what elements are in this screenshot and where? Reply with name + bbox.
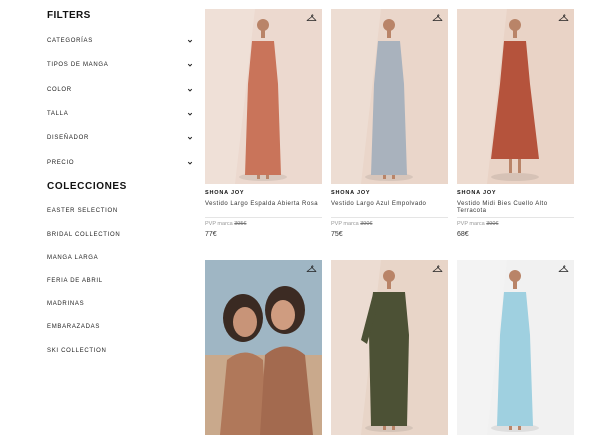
collection-item-3[interactable]: FERIA DE ABRIL <box>47 269 193 292</box>
retail-price-label: PVP marca <box>331 221 359 227</box>
product-image[interactable] <box>331 9 448 184</box>
collection-item-0[interactable]: EASTER SELECTION <box>47 200 193 223</box>
rental-price: 75€ <box>331 231 343 238</box>
retail-price: PVP marca 390€ <box>457 221 574 227</box>
collections-title: COLECCIONES <box>47 180 127 192</box>
divider <box>205 217 322 218</box>
hanger-icon[interactable] <box>432 13 443 22</box>
filter-label: DISEÑADOR <box>47 135 89 142</box>
chevron-down-icon <box>187 160 193 166</box>
retail-price-value: 390€ <box>360 221 373 227</box>
product-name[interactable]: Vestido Largo Espalda Abierta Rosa <box>205 201 322 215</box>
product-image[interactable] <box>457 9 574 184</box>
filter-2[interactable]: COLOR <box>47 78 193 102</box>
product-card[interactable]: SHONA JOY Vestido Largo Espalda Abierta R… <box>205 9 322 238</box>
rental-price: 77€ <box>205 231 217 238</box>
hanger-icon[interactable] <box>558 264 569 273</box>
product-card[interactable] <box>331 260 448 435</box>
retail-price-label: PVP marca <box>457 221 485 227</box>
rental-price: 68€ <box>457 231 469 238</box>
hanger-icon[interactable] <box>306 13 317 22</box>
chevron-down-icon <box>187 87 193 93</box>
collection-item-1[interactable]: BRIDAL COLLECTION <box>47 223 193 246</box>
product-image[interactable] <box>205 260 322 435</box>
product-brand: SHONA JOY <box>457 190 497 196</box>
filter-3[interactable]: TALLA <box>47 102 193 126</box>
divider <box>331 217 448 218</box>
product-image[interactable] <box>205 9 322 184</box>
filter-1[interactable]: TIPOS DE MANGA <box>47 53 193 77</box>
filters-sidebar: FILTERS CATEGORÍAS TIPOS DE MANGA COLOR TAL… <box>47 10 193 362</box>
filter-label: TALLA <box>47 111 69 118</box>
collection-item-2[interactable]: MANGA LARGA <box>47 246 193 269</box>
product-card[interactable] <box>205 260 322 435</box>
product-card[interactable] <box>457 260 574 435</box>
filter-label: PRECIO <box>47 159 75 166</box>
filter-5[interactable]: PRECIO <box>47 150 193 174</box>
collection-item-6[interactable]: SKI COLLECTION <box>47 339 193 362</box>
retail-price-value: 390€ <box>486 221 499 227</box>
product-card[interactable]: SHONA JOY Vestido Midi Bies Cuello Alto T… <box>457 9 574 238</box>
hanger-icon[interactable] <box>432 264 443 273</box>
product-name[interactable]: Vestido Midi Bies Cuello Alto Terracota <box>457 201 574 215</box>
chevron-down-icon <box>187 135 193 141</box>
retail-price-label: PVP marca <box>205 221 233 227</box>
filters-title: FILTERS <box>47 10 91 21</box>
filter-4[interactable]: DISEÑADOR <box>47 126 193 150</box>
divider <box>457 217 574 218</box>
filter-label: COLOR <box>47 86 72 93</box>
product-name[interactable]: Vestido Largo Azul Empolvado <box>331 201 448 215</box>
product-image[interactable] <box>457 260 574 435</box>
filter-0[interactable]: CATEGORÍAS <box>47 29 193 53</box>
chevron-down-icon <box>187 111 193 117</box>
hanger-icon[interactable] <box>306 264 317 273</box>
product-image[interactable] <box>331 260 448 435</box>
filter-label: TIPOS DE MANGA <box>47 62 109 69</box>
collection-list: EASTER SELECTION BRIDAL COLLECTION MANGA L… <box>47 200 193 362</box>
retail-price: PVP marca 395€ <box>205 221 322 227</box>
product-brand: SHONA JOY <box>205 190 245 196</box>
collection-item-5[interactable]: EMBARAZADAS <box>47 316 193 339</box>
product-brand: SHONA JOY <box>331 190 371 196</box>
hanger-icon[interactable] <box>558 13 569 22</box>
chevron-down-icon <box>187 38 193 44</box>
product-card[interactable]: SHONA JOY Vestido Largo Azul Empolvado PVP… <box>331 9 448 238</box>
chevron-down-icon <box>187 62 193 68</box>
collection-item-4[interactable]: MADRINAS <box>47 293 193 316</box>
filter-label: CATEGORÍAS <box>47 38 93 45</box>
retail-price-value: 395€ <box>234 221 247 227</box>
filter-list: CATEGORÍAS TIPOS DE MANGA COLOR TALLA DISEÑA… <box>47 29 193 175</box>
retail-price: PVP marca 390€ <box>331 221 448 227</box>
